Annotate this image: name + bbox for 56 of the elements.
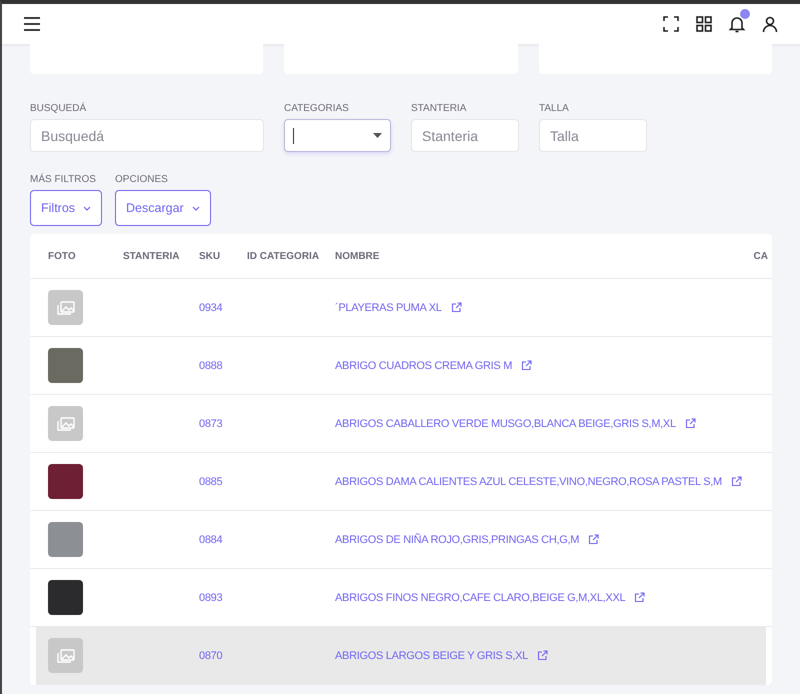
- table-row[interactable]: 0934 ´PLAYERAS PUMA XL: [30, 279, 772, 337]
- dropdown-button[interactable]: Filtros: [30, 190, 102, 226]
- product-name-link[interactable]: ABRIGOS CABALLERO VERDE MUSGO,BLANCA BEIGE,GRIS S,M,XL: [335, 418, 676, 430]
- column-header: FOTO: [48, 250, 77, 262]
- column-header: STANTERIA: [123, 250, 180, 262]
- table-row[interactable]: 0873 ABRIGOS CABALLERO VERDE MUSGO,BLANCA BEIGE,GRIS S,M,XL: [30, 395, 772, 453]
- sku-link[interactable]: 0893: [199, 592, 247, 604]
- input-field[interactable]: Busquedá: [30, 119, 264, 152]
- sku-link[interactable]: 0870: [199, 650, 247, 662]
- dropdown-caret-icon: [373, 133, 382, 138]
- image-placeholder-icon: [48, 638, 83, 673]
- external-link-icon[interactable]: [536, 650, 548, 661]
- fullscreen-icon[interactable]: [661, 14, 681, 34]
- table-row[interactable]: 0885 ABRIGOS DAMA CALIENTES AZUL CELESTE,VINO,NEGRO,ROSA PASTEL S,M: [30, 453, 772, 511]
- dropdown-button[interactable]: Descargar: [115, 190, 211, 226]
- grid-icon[interactable]: [694, 14, 714, 34]
- sku-link[interactable]: 0884: [199, 534, 247, 546]
- column-header: SKU: [199, 250, 222, 262]
- notification-dot: [740, 9, 750, 19]
- menu-icon[interactable]: [22, 14, 42, 34]
- table-row[interactable]: 0884 ABRIGOS DE NIÑA ROJO,GRIS,PRINGAS CH,G,M: [30, 511, 772, 569]
- product-name-link[interactable]: ABRIGOS DAMA CALIENTES AZUL CELESTE,VINO,NEGRO,ROSA PASTEL S,M: [335, 476, 722, 488]
- product-name-link[interactable]: ABRIGOS LARGOS BEIGE Y GRIS S,XL: [335, 650, 528, 662]
- external-link-icon[interactable]: [684, 418, 696, 429]
- product-name-link[interactable]: ´PLAYERAS PUMA XL: [335, 302, 442, 314]
- chevron-down-icon: [83, 206, 92, 210]
- table-row[interactable]: 0888 ABRIGO CUADROS CREMA GRIS M: [30, 337, 772, 395]
- external-link-icon[interactable]: [730, 476, 742, 487]
- sku-link[interactable]: 0934: [199, 302, 247, 314]
- external-link-icon[interactable]: [634, 592, 646, 603]
- product-name-link[interactable]: ABRIGO CUADROS CREMA GRIS M: [335, 360, 512, 372]
- input-field[interactable]: Stanteria: [411, 119, 519, 152]
- field-label: STANTERIA: [411, 103, 468, 114]
- external-link-icon[interactable]: [450, 302, 462, 313]
- image-placeholder-icon: [48, 290, 83, 325]
- column-header: ID CATEGORIA: [247, 250, 320, 262]
- product-name-link[interactable]: ABRIGOS FINOS NEGRO,CAFE CLARO,BEIGE G,M,XL,XXL: [335, 592, 626, 604]
- field-label: TALLA: [539, 103, 570, 114]
- user-icon[interactable]: [760, 14, 780, 34]
- bell-icon[interactable]: [727, 14, 747, 34]
- field-label: CATEGORIAS: [284, 103, 350, 114]
- external-link-icon[interactable]: [521, 360, 532, 371]
- column-header: CA: [754, 250, 768, 262]
- sku-link[interactable]: 0885: [199, 476, 247, 488]
- sku-link[interactable]: 0873: [199, 418, 247, 430]
- field-label: OPCIONES: [115, 174, 169, 185]
- input-field[interactable]: Talla: [539, 119, 647, 152]
- field-label: MÁS FILTROS: [30, 174, 97, 185]
- table-row[interactable]: 0870 ABRIGOS LARGOS BEIGE Y GRIS S,XL: [36, 627, 766, 685]
- chevron-down-icon: [192, 206, 200, 210]
- image-placeholder-icon: [48, 406, 83, 441]
- column-header: NOMBRE: [335, 250, 380, 262]
- external-link-icon[interactable]: [588, 534, 600, 545]
- sku-link[interactable]: 0888: [199, 360, 247, 372]
- product-name-link[interactable]: ABRIGOS DE NIÑA ROJO,GRIS,PRINGAS CH,G,M: [335, 534, 580, 546]
- field-label: BUSQUEDÁ: [30, 103, 88, 114]
